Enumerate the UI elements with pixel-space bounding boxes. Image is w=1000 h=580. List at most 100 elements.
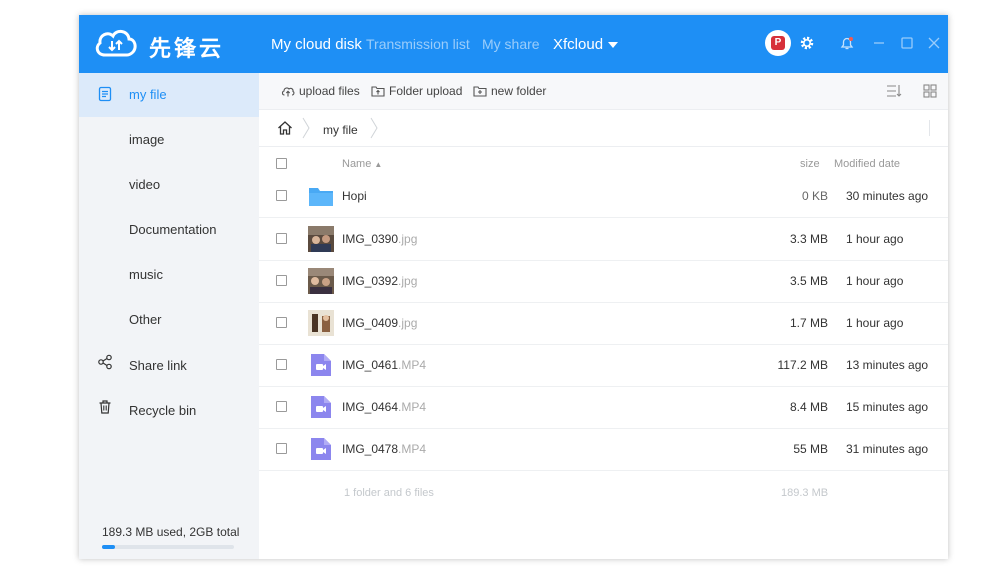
- file-size: 8.4 MB: [789, 400, 828, 414]
- new-folder-button[interactable]: new folder: [473, 84, 546, 98]
- row-checkbox[interactable]: [276, 233, 287, 244]
- sidebar-item-label: Share link: [129, 358, 187, 373]
- file-name: IMG_0390.jpg: [342, 232, 417, 246]
- minimize-icon[interactable]: [871, 35, 887, 51]
- gear-icon[interactable]: [799, 35, 815, 51]
- file-name-base: IMG_0461: [342, 358, 399, 372]
- file-row-image[interactable]: IMG_0390.jpg 3.3 MB 1 hour ago: [259, 218, 948, 261]
- file-size: 0 KB: [801, 189, 828, 203]
- new-folder-label: new folder: [491, 84, 547, 98]
- file-name-base: IMG_0478: [342, 442, 399, 456]
- file-extension: .jpg: [398, 316, 418, 330]
- select-all-checkbox[interactable]: [276, 158, 287, 169]
- row-checkbox[interactable]: [276, 317, 287, 328]
- file-name: Hopi: [342, 189, 367, 203]
- sidebar-item-video[interactable]: video: [79, 163, 259, 207]
- file-modified: 1 hour ago: [846, 274, 904, 288]
- image-thumbnail: [308, 268, 334, 294]
- file-extension: .jpg: [398, 232, 418, 246]
- row-checkbox[interactable]: [276, 275, 287, 286]
- sidebar-item-image[interactable]: image: [79, 118, 259, 162]
- sidebar-item-label: video: [129, 177, 161, 192]
- file-name-base: IMG_0464: [342, 400, 399, 414]
- sort-list-icon[interactable]: [886, 84, 902, 98]
- storage-usage-bar: [102, 545, 234, 549]
- column-header-name[interactable]: Name ▲: [342, 158, 382, 170]
- video-file-icon: [311, 354, 331, 376]
- folder-upload-button[interactable]: Folder upload: [371, 84, 462, 98]
- chevron-down-icon: [608, 42, 619, 49]
- file-row-video[interactable]: IMG_0464.MP4 8.4 MB 15 minutes ago: [259, 386, 948, 429]
- file-extension: .MP4: [398, 442, 427, 456]
- file-name-base: IMG_0409: [342, 316, 399, 330]
- tab-transmission-list[interactable]: Transmission list: [366, 36, 470, 52]
- avatar[interactable]: P: [765, 30, 791, 56]
- file-name-base: IMG_0392: [342, 274, 399, 288]
- sidebar-item-recycle-bin[interactable]: Recycle bin: [79, 389, 259, 433]
- file-modified: 1 hour ago: [846, 232, 904, 246]
- column-header-size[interactable]: size: [800, 158, 820, 170]
- close-icon[interactable]: [926, 35, 942, 51]
- breadcrumb-current[interactable]: my file: [323, 123, 358, 137]
- file-row-folder[interactable]: Hopi 0 KB 30 minutes ago: [259, 175, 948, 218]
- trash-icon: [99, 400, 111, 414]
- file-row-video[interactable]: IMG_0478.MP4 55 MB 31 minutes ago: [259, 428, 948, 471]
- file-name: IMG_0464.MP4: [342, 400, 426, 414]
- folder-icon: [309, 188, 333, 206]
- row-checkbox[interactable]: [276, 443, 287, 454]
- sidebar-item-label: Other: [129, 312, 162, 327]
- row-checkbox[interactable]: [276, 401, 287, 412]
- file-extension: .jpg: [398, 274, 418, 288]
- tab-my-cloud-disk[interactable]: My cloud disk: [271, 36, 362, 53]
- sidebar-item-label: Documentation: [129, 222, 217, 237]
- file-row-image[interactable]: IMG_0392.jpg 3.5 MB 1 hour ago: [259, 260, 948, 303]
- new-folder-icon: [473, 86, 487, 97]
- chevron-right-icon: [302, 117, 310, 139]
- sidebar-item-my-file[interactable]: my file: [79, 73, 259, 117]
- toolbar: upload files Folder upload new folder: [259, 73, 948, 110]
- file-modified: 15 minutes ago: [846, 400, 929, 414]
- column-header-modified[interactable]: Modified date: [834, 158, 900, 170]
- sidebar-item-share-link[interactable]: Share link: [79, 344, 259, 388]
- file-row-image[interactable]: IMG_0409.jpg 1.7 MB 1 hour ago: [259, 302, 948, 345]
- sidebar: my file image video Documentation music …: [79, 73, 259, 559]
- sidebar-item-music[interactable]: music: [79, 253, 259, 297]
- list-footer-size: 189.3 MB: [781, 487, 829, 499]
- file-size: 1.7 MB: [789, 316, 828, 330]
- sort-ascending-icon: ▲: [374, 160, 383, 169]
- sidebar-item-label: music: [129, 267, 163, 282]
- sidebar-item-documentation[interactable]: Documentation: [79, 208, 259, 252]
- file-size: 117.2 MB: [777, 358, 828, 372]
- upload-files-button[interactable]: upload files: [281, 84, 360, 98]
- xfcloud-menu[interactable]: Xfcloud: [553, 36, 619, 53]
- storage-usage-text: 189.3 MB used, 2GB total: [102, 525, 240, 539]
- sidebar-item-label: image: [129, 132, 165, 147]
- document-icon: [98, 86, 112, 102]
- divider: [929, 120, 930, 136]
- upload-files-label: upload files: [299, 84, 360, 98]
- row-checkbox[interactable]: [276, 359, 287, 370]
- file-name-base: IMG_0390: [342, 232, 399, 246]
- list-footer-count: 1 folder and 6 files: [344, 487, 434, 499]
- tab-my-share[interactable]: My share: [482, 36, 540, 52]
- file-modified: 30 minutes ago: [846, 189, 929, 203]
- file-name: IMG_0478.MP4: [342, 442, 426, 456]
- grid-view-icon[interactable]: [923, 84, 937, 98]
- file-size: 3.3 MB: [789, 232, 828, 246]
- file-row-video[interactable]: IMG_0461.MP4 117.2 MB 13 minutes ago: [259, 344, 948, 387]
- file-extension: .MP4: [398, 400, 427, 414]
- file-name: IMG_0392.jpg: [342, 274, 417, 288]
- sidebar-item-other[interactable]: Other: [79, 298, 259, 342]
- storage-usage-fill: [102, 545, 115, 549]
- maximize-icon[interactable]: [899, 35, 915, 51]
- file-size: 3.5 MB: [789, 274, 828, 288]
- file-name: IMG_0461.MP4: [342, 358, 426, 372]
- share-icon: [98, 354, 112, 370]
- sidebar-item-label: Recycle bin: [129, 403, 197, 418]
- file-modified: 1 hour ago: [846, 316, 904, 330]
- row-checkbox[interactable]: [276, 190, 287, 201]
- video-file-icon: [311, 438, 331, 460]
- home-icon[interactable]: [277, 120, 293, 136]
- title-bar: 先锋云 My cloud disk Transmission list My s…: [79, 15, 948, 73]
- bell-icon[interactable]: [839, 35, 855, 51]
